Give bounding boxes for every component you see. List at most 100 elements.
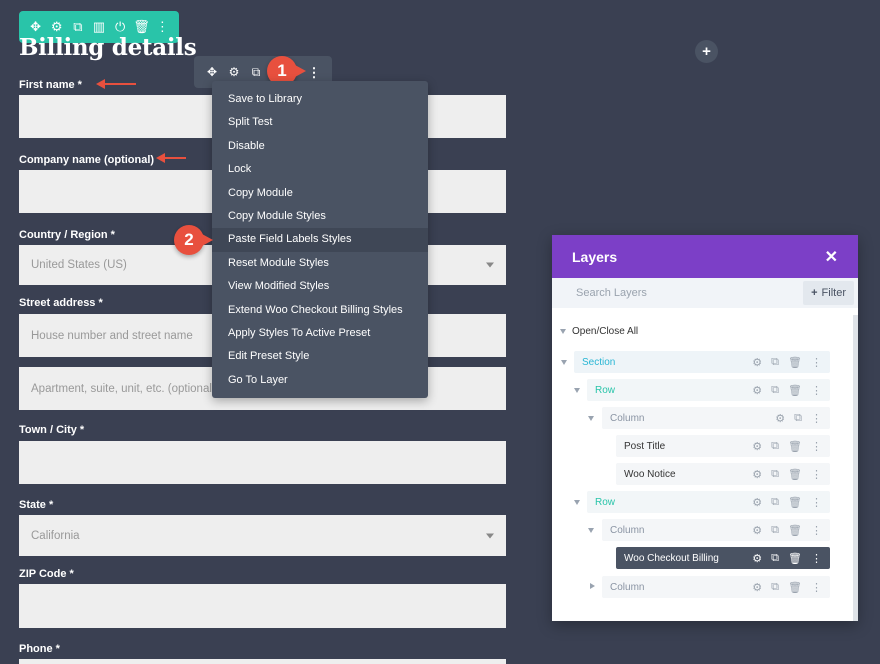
gear-icon[interactable]: ⚙ [775, 412, 785, 425]
layer-row-woo-checkout-billing[interactable]: Woo Checkout Billing ⚙ ⧉ 🗑 ⋮ [616, 547, 830, 569]
context-menu: Save to Library Split Test Disable Lock … [212, 81, 428, 398]
menu-item-copy-module[interactable]: Copy Module [212, 182, 428, 205]
more-icon[interactable]: ⋮ [811, 524, 822, 537]
layer-label: Post Title [624, 440, 666, 452]
power-icon[interactable]: ⏻ [112, 19, 128, 35]
duplicate-icon[interactable]: ⧉ [771, 440, 779, 453]
gear-icon[interactable]: ⚙ [752, 356, 762, 369]
menu-item-lock[interactable]: Lock [212, 158, 428, 181]
gear-icon[interactable]: ⚙ [752, 384, 762, 397]
layer-label: Column [610, 581, 645, 593]
duplicate-icon[interactable]: ⧉ [771, 552, 779, 565]
duplicate-icon[interactable]: ⧉ [248, 65, 264, 80]
layer-row-post-title[interactable]: Post Title ⚙ ⧉ 🗑 ⋮ [616, 435, 830, 457]
gear-icon[interactable]: ⚙ [752, 496, 762, 509]
layer-row-column[interactable]: Column ⚙ ⧉ ⋮ [602, 407, 830, 429]
menu-item-save-to-library[interactable]: Save to Library [212, 88, 428, 111]
gear-icon[interactable]: ⚙ [752, 581, 762, 594]
trash-icon[interactable]: 🗑 [788, 356, 802, 369]
trash-icon[interactable]: 🗑 [788, 496, 802, 509]
plus-icon: + [811, 287, 818, 299]
more-icon[interactable]: ⋮ [811, 496, 822, 509]
menu-item-extend-styles[interactable]: Extend Woo Checkout Billing Styles [212, 299, 428, 322]
menu-item-edit-preset-style[interactable]: Edit Preset Style [212, 345, 428, 368]
menu-item-view-modified-styles[interactable]: View Modified Styles [212, 275, 428, 298]
gear-icon[interactable]: ⚙ [752, 468, 762, 481]
more-icon[interactable]: ⋮ [306, 65, 322, 81]
layer-row-column[interactable]: Column ⚙ ⧉ 🗑 ⋮ [602, 576, 830, 598]
layers-search-input[interactable]: Search Layers [576, 287, 647, 299]
add-section-button[interactable]: + [695, 40, 718, 63]
menu-item-disable[interactable]: Disable [212, 135, 428, 158]
menu-item-copy-module-styles[interactable]: Copy Module Styles [212, 205, 428, 228]
move-icon[interactable]: ✥ [28, 19, 44, 35]
more-icon[interactable]: ⋮ [154, 19, 170, 35]
more-icon[interactable]: ⋮ [811, 440, 822, 453]
more-icon[interactable]: ⋮ [811, 468, 822, 481]
move-icon[interactable]: ✥ [204, 65, 220, 79]
more-icon[interactable]: ⋮ [811, 552, 822, 565]
chevron-down-icon [486, 262, 494, 268]
layer-label: Woo Checkout Billing [624, 552, 719, 564]
more-icon[interactable]: ⋮ [811, 384, 822, 397]
columns-icon[interactable]: ▥ [91, 19, 107, 35]
open-close-all[interactable]: Open/Close All [560, 326, 638, 337]
layer-row-column[interactable]: Column ⚙ ⧉ 🗑 ⋮ [602, 519, 830, 541]
menu-item-paste-field-labels-styles[interactable]: Paste Field Labels Styles [212, 228, 428, 252]
caret-down-icon[interactable] [588, 528, 594, 533]
filter-button[interactable]: + Filter [803, 281, 854, 305]
duplicate-icon[interactable]: ⧉ [771, 384, 779, 397]
gear-icon[interactable]: ⚙ [752, 524, 762, 537]
layer-label: Column [610, 524, 645, 536]
layer-label: Row [595, 496, 616, 508]
menu-item-split-test[interactable]: Split Test [212, 111, 428, 134]
street-address-label: Street address * [19, 297, 103, 309]
caret-down-icon[interactable] [561, 360, 567, 365]
more-icon[interactable]: ⋮ [811, 581, 822, 594]
layers-header: Layers ✕ [552, 235, 858, 278]
close-icon[interactable]: ✕ [825, 247, 838, 267]
caret-down-icon[interactable] [574, 388, 580, 393]
duplicate-icon[interactable]: ⧉ [771, 524, 779, 537]
caret-down-icon[interactable] [574, 500, 580, 505]
gear-icon[interactable]: ⚙ [49, 19, 65, 35]
caret-right-icon[interactable] [590, 583, 595, 589]
menu-item-reset-module-styles[interactable]: Reset Module Styles [212, 252, 428, 275]
gear-icon[interactable]: ⚙ [752, 552, 762, 565]
company-name-label: Company name (optional) [19, 154, 155, 166]
zip-code-input[interactable] [19, 584, 506, 628]
phone-input[interactable] [19, 659, 506, 664]
state-label: State * [19, 499, 54, 511]
duplicate-icon[interactable]: ⧉ [70, 19, 86, 35]
trash-icon[interactable]: 🗑 [133, 19, 150, 35]
trash-icon[interactable]: 🗑 [788, 552, 802, 565]
duplicate-icon[interactable]: ⧉ [771, 581, 779, 594]
layer-row-row[interactable]: Row ⚙ ⧉ 🗑 ⋮ [587, 491, 830, 513]
menu-item-apply-styles-preset[interactable]: Apply Styles To Active Preset [212, 322, 428, 345]
more-icon[interactable]: ⋮ [811, 356, 822, 369]
layers-panel: Layers ✕ Search Layers + Filter Open/Clos… [552, 235, 858, 621]
trash-icon[interactable]: 🗑 [788, 524, 802, 537]
duplicate-icon[interactable]: ⧉ [771, 496, 779, 509]
state-value: California [31, 529, 80, 542]
layer-label: Column [610, 412, 645, 424]
trash-icon[interactable]: 🗑 [788, 440, 802, 453]
more-icon[interactable]: ⋮ [811, 412, 822, 425]
layer-row-woo-notice[interactable]: Woo Notice ⚙ ⧉ 🗑 ⋮ [616, 463, 830, 485]
caret-down-icon[interactable] [588, 416, 594, 421]
trash-icon[interactable]: 🗑 [788, 384, 802, 397]
trash-icon[interactable]: 🗑 [788, 468, 802, 481]
layer-row-row[interactable]: Row ⚙ ⧉ 🗑 ⋮ [587, 379, 830, 401]
gear-icon[interactable]: ⚙ [226, 65, 242, 79]
layers-scrollbar[interactable] [853, 315, 858, 621]
trash-icon[interactable]: 🗑 [788, 581, 802, 594]
duplicate-icon[interactable]: ⧉ [771, 356, 779, 369]
zip-code-label: ZIP Code * [19, 568, 74, 580]
menu-item-go-to-layer[interactable]: Go To Layer [212, 369, 428, 392]
layer-row-section[interactable]: Section ⚙ ⧉ 🗑 ⋮ [574, 351, 830, 373]
town-city-input[interactable] [19, 441, 506, 484]
duplicate-icon[interactable]: ⧉ [794, 412, 802, 425]
gear-icon[interactable]: ⚙ [752, 440, 762, 453]
state-select[interactable]: California [19, 515, 506, 556]
duplicate-icon[interactable]: ⧉ [771, 468, 779, 481]
